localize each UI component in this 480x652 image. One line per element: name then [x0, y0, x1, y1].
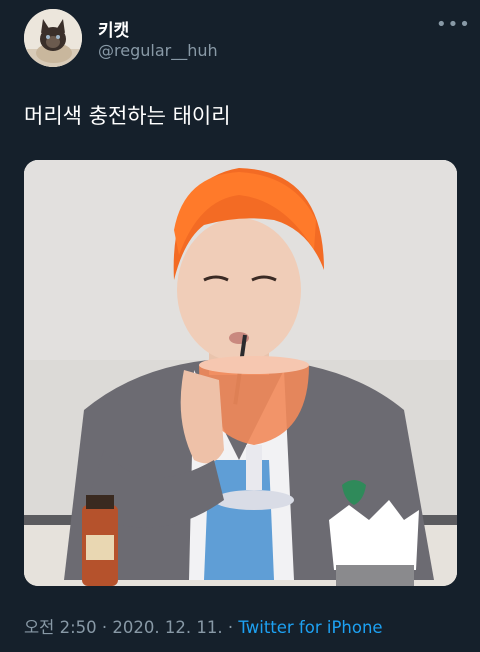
tweet-photo[interactable] [24, 160, 457, 586]
display-name[interactable]: 키캣 [98, 16, 129, 41]
meta-separator: · [222, 618, 239, 637]
user-handle[interactable]: @regular__huh [98, 41, 218, 60]
tweet-date[interactable]: 2020. 12. 11. [112, 618, 222, 637]
tweet-meta: 오전 2:50 · 2020. 12. 11. · Twitter for iP… [24, 614, 383, 638]
avatar[interactable] [24, 9, 82, 67]
more-horizontal-icon[interactable]: ••• [436, 16, 470, 34]
cat-avatar-image [24, 9, 82, 67]
tweet-source-link[interactable]: Twitter for iPhone [238, 618, 382, 637]
tweet-text: 머리색 충전하는 태이리 [24, 104, 231, 128]
photo-image [24, 160, 457, 586]
tweet-time[interactable]: 오전 2:50 [24, 618, 97, 637]
meta-separator: · [96, 618, 113, 637]
